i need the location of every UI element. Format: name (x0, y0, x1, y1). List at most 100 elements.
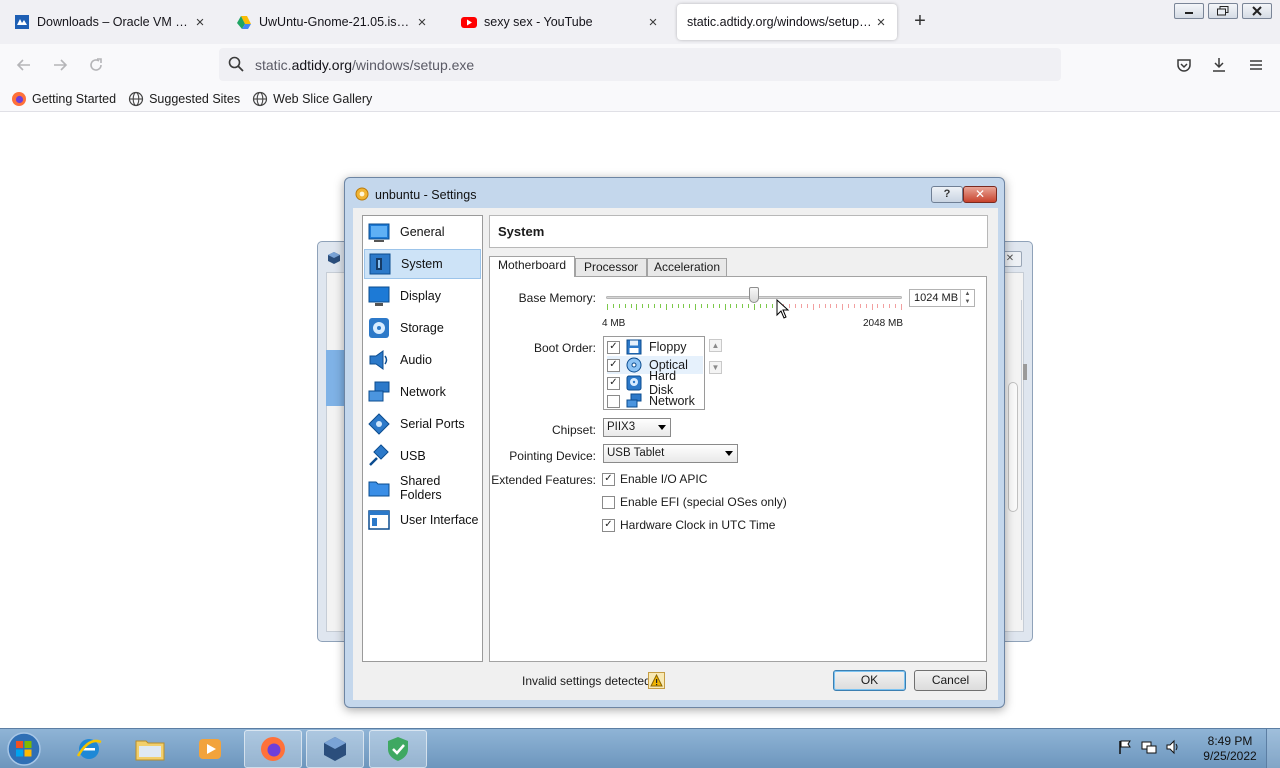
tab-setup-exe[interactable]: static.adtidy.org/windows/setup.exe × (677, 4, 897, 40)
category-storage[interactable]: Storage (364, 313, 481, 343)
spin-arrows[interactable]: ▲ ▼ (960, 290, 974, 306)
feature-efi[interactable]: Enable EFI (special OSes only) (602, 495, 787, 509)
taskbar-internet-explorer[interactable] (60, 730, 118, 768)
memory-tick (872, 304, 873, 310)
tab-title: UwUntu-Gnome-21.05.iso - Google Drive (259, 15, 414, 29)
category-usb[interactable]: USB (364, 441, 481, 471)
show-desktop-button[interactable] (1266, 729, 1280, 768)
warning-icon[interactable] (648, 672, 665, 689)
category-general[interactable]: General (364, 217, 481, 247)
memory-tick (678, 304, 679, 308)
reload-button[interactable] (84, 53, 108, 77)
ok-button[interactable]: OK (833, 670, 906, 691)
bookmark-suggested-sites[interactable]: Suggested Sites (128, 91, 240, 107)
start-button[interactable] (4, 730, 44, 768)
chipset-select[interactable]: PIIX3 (603, 418, 671, 437)
folder-icon (135, 740, 165, 761)
flag-icon[interactable] (1117, 739, 1133, 755)
tab-acceleration[interactable]: Acceleration (647, 258, 727, 276)
bookmark-getting-started[interactable]: Getting Started (11, 91, 116, 107)
memory-tick (707, 304, 708, 308)
virtualbox-icon (328, 252, 340, 264)
downloads-button[interactable] (1208, 54, 1230, 76)
move-down-button[interactable]: ▼ (709, 361, 722, 374)
network-status-icon[interactable] (1141, 739, 1157, 755)
category-label: USB (400, 449, 426, 463)
memory-tick (854, 304, 855, 308)
tab-title: sexy sex - YouTube (484, 15, 593, 29)
help-button[interactable]: ? (931, 186, 963, 203)
category-network[interactable]: Network (364, 377, 481, 407)
boot-optical-checkbox[interactable]: ✓ (607, 358, 620, 372)
cancel-button[interactable]: Cancel (914, 670, 987, 691)
address-bar[interactable]: static. adtidy.org/windows/setup.exe (219, 48, 1061, 81)
taskbar-file-explorer[interactable] (121, 730, 179, 768)
boot-item-hard-disk[interactable]: ✓ Hard Disk (607, 369, 703, 397)
bookmark-web-slice-gallery[interactable]: Web Slice Gallery (252, 91, 372, 107)
category-audio[interactable]: Audio (364, 345, 481, 375)
category-label: General (400, 225, 445, 239)
move-up-button[interactable]: ▲ (709, 339, 722, 352)
volume-icon[interactable] (1165, 739, 1181, 755)
feature-label: Enable I/O APIC (620, 472, 708, 486)
back-button[interactable] (12, 53, 36, 77)
taskbar-virtualbox[interactable] (306, 730, 364, 768)
category-serial-ports[interactable]: Serial Ports (364, 409, 481, 439)
minimize-button[interactable] (1174, 3, 1204, 19)
taskbar-clock[interactable]: 8:49 PM 9/25/2022 (1196, 734, 1264, 764)
feature-io-apic[interactable]: ✓ Enable I/O APIC (602, 472, 707, 486)
boot-item-label: Network (649, 394, 695, 408)
category-label: Shared Folders (400, 474, 442, 502)
feature-label: Enable EFI (special OSes only) (620, 495, 787, 509)
menu-button[interactable] (1245, 54, 1267, 76)
window-controls (1174, 3, 1272, 19)
new-tab-button[interactable]: + (908, 10, 932, 34)
memory-tick (830, 304, 831, 308)
close-icon[interactable]: × (645, 14, 661, 31)
boot-hard-disk-checkbox[interactable]: ✓ (607, 376, 620, 390)
taskbar-firefox[interactable] (244, 730, 302, 768)
serial-ports-icon (368, 413, 390, 435)
restore-button[interactable] (1208, 3, 1238, 19)
category-display[interactable]: Display (364, 281, 481, 311)
close-icon[interactable]: × (873, 14, 889, 31)
dialog-close-button[interactable]: ✕ (963, 186, 997, 203)
scrollbar-thumb[interactable] (1023, 364, 1027, 380)
tab-motherboard[interactable]: Motherboard (489, 256, 575, 277)
feature-utc-clock[interactable]: ✓ Hardware Clock in UTC Time (602, 518, 775, 532)
pointing-device-select[interactable]: USB Tablet (603, 444, 738, 463)
boot-floppy-checkbox[interactable]: ✓ (607, 340, 620, 354)
category-system[interactable]: System (364, 249, 481, 279)
storage-icon (369, 318, 389, 338)
dialog-title: unbuntu - Settings (375, 188, 477, 202)
tab-youtube[interactable]: sexy sex - YouTube × (451, 4, 669, 40)
category-user-interface[interactable]: User Interface (364, 505, 481, 535)
virtualbox-doc-icon (14, 14, 30, 30)
tab-google-drive[interactable]: UwUntu-Gnome-21.05.iso - Google Drive × (226, 4, 438, 40)
memory-tick (654, 304, 655, 308)
forward-button[interactable] (48, 53, 72, 77)
arrow-right-icon (54, 59, 68, 71)
taskbar-media-player[interactable] (181, 730, 239, 768)
efi-checkbox[interactable] (602, 495, 615, 509)
selected-vm-item[interactable] (326, 350, 344, 406)
tab-virtualbox-downloads[interactable]: Downloads – Oracle VM VirtualBox × (4, 4, 216, 40)
close-icon[interactable]: × (414, 14, 430, 31)
windows-logo-icon (7, 732, 41, 766)
memory-tick (736, 304, 737, 308)
boot-item-network[interactable]: Network (607, 392, 703, 410)
boot-network-checkbox[interactable] (607, 394, 620, 408)
display-icon (368, 286, 390, 306)
utc-clock-checkbox[interactable]: ✓ (602, 518, 615, 532)
pocket-button[interactable] (1173, 54, 1195, 76)
taskbar-adguard[interactable] (369, 730, 427, 768)
category-shared-folders[interactable]: Shared Folders (364, 473, 481, 503)
close-icon[interactable]: × (192, 14, 208, 31)
close-window-button[interactable] (1242, 3, 1272, 19)
boot-item-floppy[interactable]: ✓ Floppy (607, 338, 703, 356)
base-memory-spinbox[interactable]: 1024 MB ▲ ▼ (909, 289, 975, 307)
memory-slider-handle[interactable] (749, 287, 759, 303)
tab-processor[interactable]: Processor (575, 258, 647, 276)
memory-tick (683, 304, 684, 308)
io-apic-checkbox[interactable]: ✓ (602, 472, 615, 486)
